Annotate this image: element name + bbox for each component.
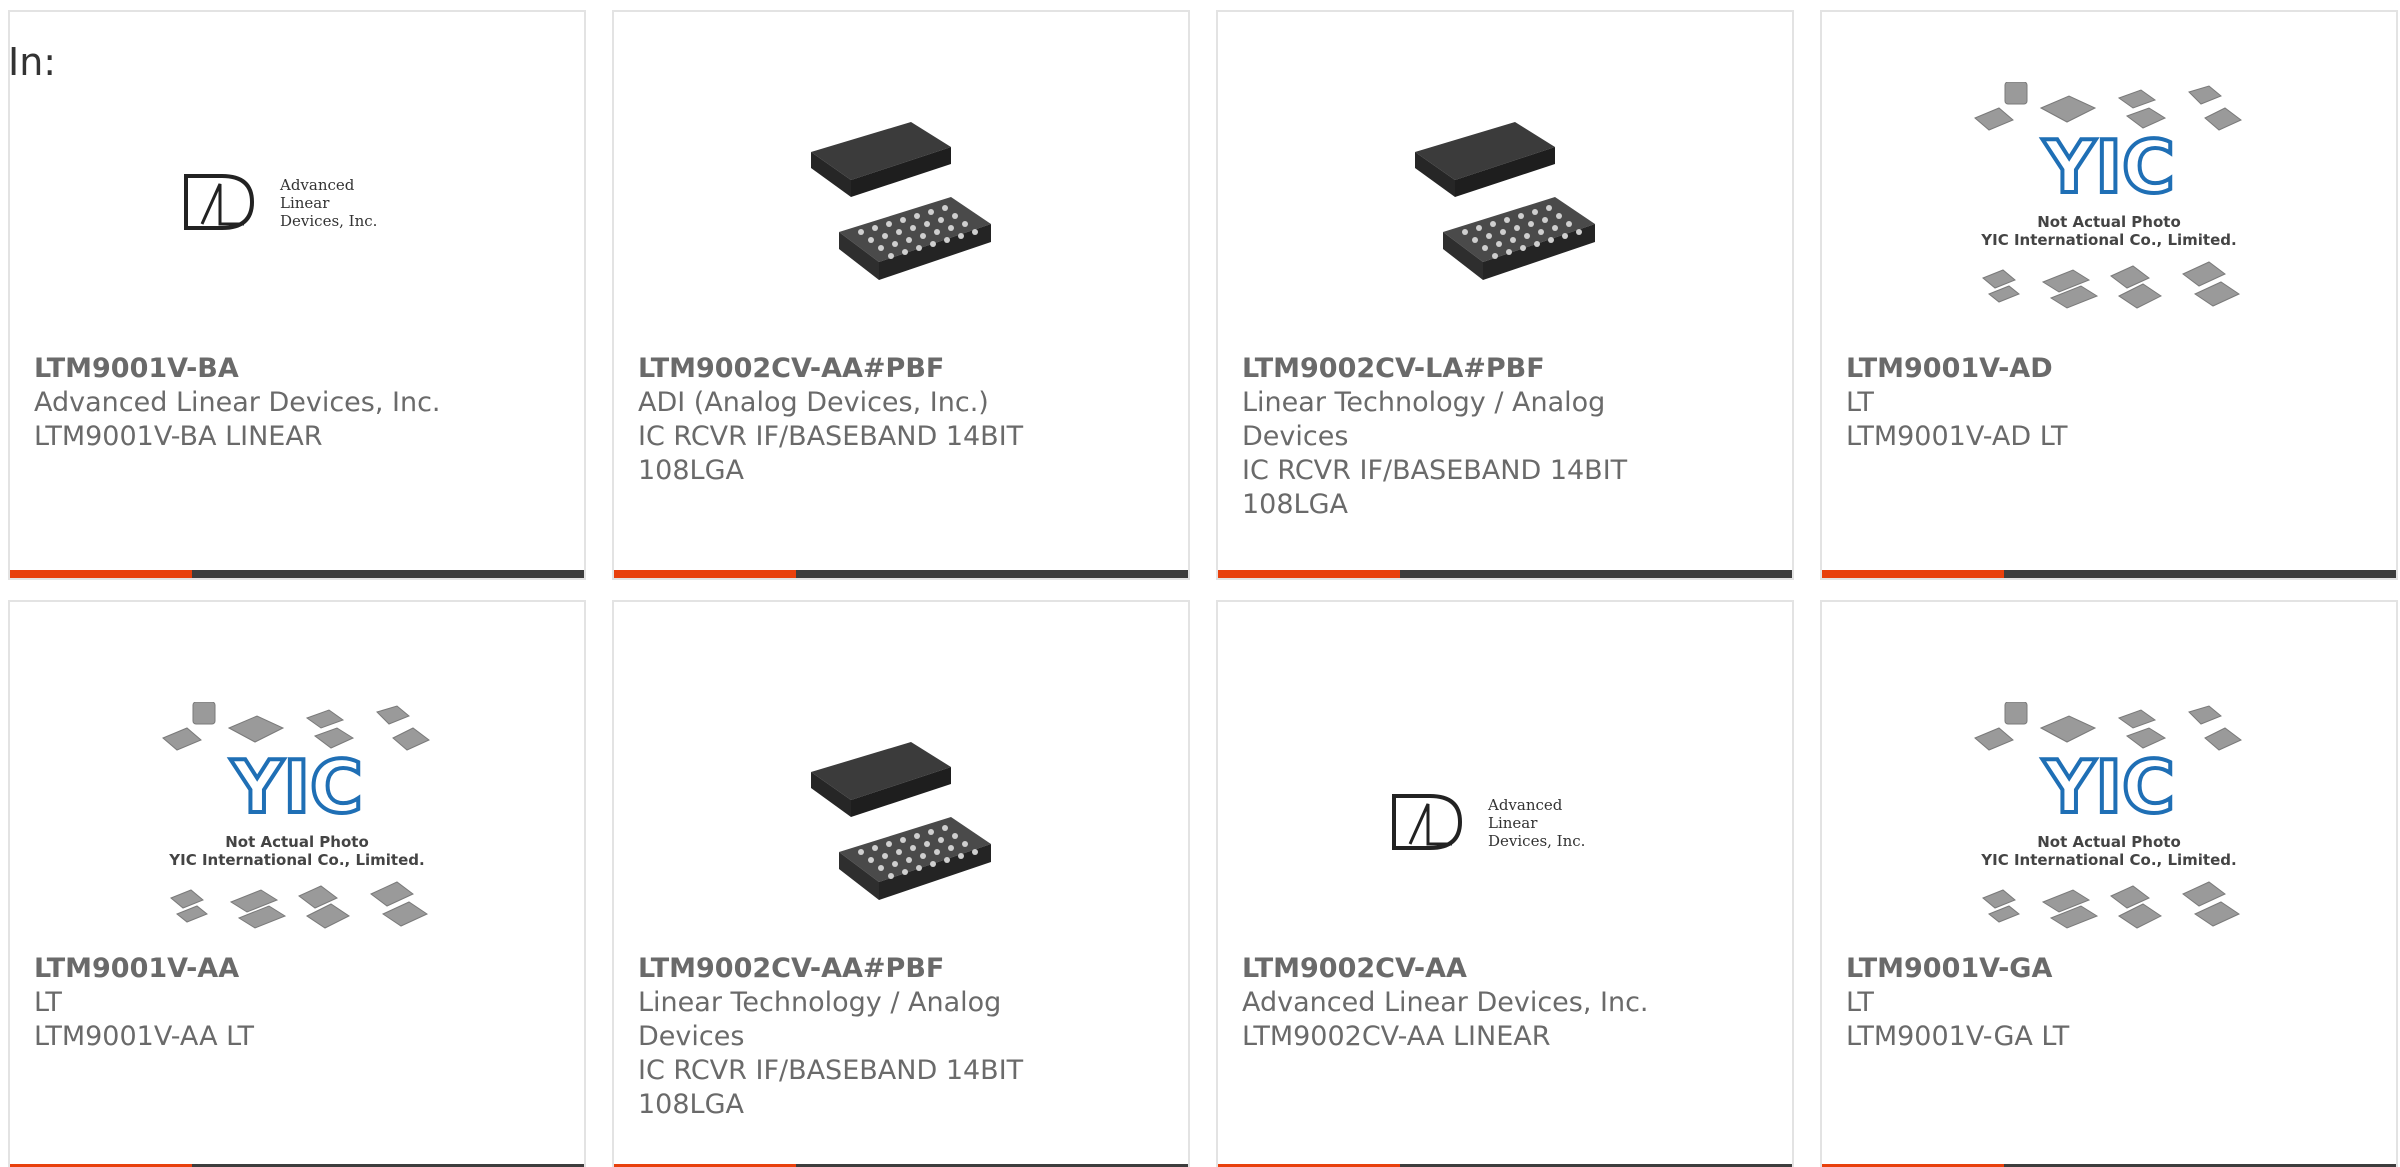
svg-text:YIC International Co., Limited: YIC International Co., Limited. bbox=[168, 851, 424, 869]
product-info: LTM9002CV-AA Advanced Linear Devices, In… bbox=[1242, 952, 1768, 1054]
part-number-link[interactable]: LTM9002CV-LA#PBF bbox=[1242, 352, 1768, 386]
manufacturer: ADI (Analog Devices, Inc.) bbox=[638, 387, 989, 418]
description: IC RCVR IF/BASEBAND 14BIT 108LGA bbox=[638, 1055, 1024, 1120]
svg-text:YIC: YIC bbox=[2042, 745, 2175, 829]
product-card[interactable]: Advanced Linear Devices, Inc. LTM9001V-B… bbox=[8, 10, 586, 580]
product-info: LTM9002CV-AA#PBF Linear Technology / Ana… bbox=[638, 952, 1164, 1122]
lga-chip-icon bbox=[811, 742, 991, 900]
product-grid-page: In: Advanced Linear Devices, Inc. LTM900… bbox=[0, 0, 2400, 1167]
part-number-link[interactable]: LTM9001V-AD bbox=[1846, 352, 2372, 386]
svg-text:Advanced: Advanced bbox=[1487, 796, 1563, 814]
part-number-link[interactable]: LTM9001V-BA bbox=[34, 352, 560, 386]
svg-text:Advanced: Advanced bbox=[279, 176, 355, 194]
product-image: Advanced Linear Devices, Inc. bbox=[10, 52, 584, 352]
svg-text:YIC International Co., Limited: YIC International Co., Limited. bbox=[1980, 231, 2236, 249]
manufacturer: LT bbox=[1846, 387, 1874, 418]
part-number-link[interactable]: LTM9002CV-AA#PBF bbox=[638, 952, 1164, 986]
product-image bbox=[1218, 52, 1792, 352]
description: LTM9002CV-AA LINEAR bbox=[1242, 1021, 1551, 1052]
part-number-link[interactable]: LTM9001V-AA bbox=[34, 952, 560, 986]
manufacturer: LT bbox=[34, 987, 62, 1018]
svg-text:Devices, Inc.: Devices, Inc. bbox=[280, 212, 377, 230]
card-bar-accent bbox=[1822, 570, 2004, 578]
product-card[interactable]: YIC Not Actual Photo YIC International C… bbox=[8, 600, 586, 1167]
svg-text:Linear: Linear bbox=[280, 194, 330, 212]
svg-text:Not Actual Photo: Not Actual Photo bbox=[2037, 213, 2181, 231]
manufacturer: Advanced Linear Devices, Inc. bbox=[34, 387, 441, 418]
manufacturer: LT bbox=[1846, 987, 1874, 1018]
svg-text:Not Actual Photo: Not Actual Photo bbox=[2037, 833, 2181, 851]
card-bar bbox=[1218, 570, 1792, 578]
manufacturer: Linear Technology / Analog Devices bbox=[1242, 387, 1606, 452]
product-image: Advanced Linear Devices, Inc. bbox=[1218, 672, 1792, 972]
product-card[interactable]: Advanced Linear Devices, Inc. LTM9002CV-… bbox=[1216, 600, 1794, 1167]
lga-chip-icon bbox=[1415, 122, 1595, 280]
part-number-link[interactable]: LTM9002CV-AA bbox=[1242, 952, 1768, 986]
svg-text:Devices, Inc.: Devices, Inc. bbox=[1488, 832, 1585, 850]
product-info: LTM9001V-BA Advanced Linear Devices, Inc… bbox=[34, 352, 560, 454]
product-image: YIC Not Actual Photo YIC International C… bbox=[1822, 672, 2396, 972]
svg-text:Not Actual Photo: Not Actual Photo bbox=[225, 833, 369, 851]
description: LTM9001V-AA LT bbox=[34, 1021, 254, 1052]
product-image: YIC Not Actual Photo YIC International C… bbox=[10, 672, 584, 972]
description: IC RCVR IF/BASEBAND 14BIT 108LGA bbox=[1242, 455, 1628, 520]
product-info: LTM9002CV-LA#PBF Linear Technology / Ana… bbox=[1242, 352, 1768, 522]
svg-text:YIC International Co., Limited: YIC International Co., Limited. bbox=[1980, 851, 2236, 869]
description: IC RCVR IF/BASEBAND 14BIT 108LGA bbox=[638, 421, 1024, 486]
product-image: YIC Not Actual Photo YIC International C… bbox=[1822, 52, 2396, 352]
yic-placeholder-icon: YIC Not Actual Photo YIC International C… bbox=[1974, 702, 2242, 929]
manufacturer: Advanced Linear Devices, Inc. bbox=[1242, 987, 1649, 1018]
svg-text:YIC: YIC bbox=[2042, 125, 2175, 209]
description: LTM9001V-GA LT bbox=[1846, 1021, 2070, 1052]
lga-chip-icon bbox=[811, 122, 991, 280]
ald-logo-icon: Advanced Linear Devices, Inc. bbox=[184, 174, 377, 230]
product-grid: Advanced Linear Devices, Inc. LTM9001V-B… bbox=[8, 10, 2398, 1167]
product-image bbox=[614, 52, 1188, 352]
svg-text:YIC: YIC bbox=[230, 745, 363, 829]
manufacturer: Linear Technology / Analog Devices bbox=[638, 987, 1002, 1052]
product-card[interactable]: LTM9002CV-AA#PBF Linear Technology / Ana… bbox=[612, 600, 1190, 1167]
card-bar bbox=[1822, 570, 2396, 578]
product-info: LTM9001V-AD LT LTM9001V-AD LT bbox=[1846, 352, 2372, 454]
product-card[interactable]: YIC Not Actual Photo YIC International C… bbox=[1820, 600, 2398, 1167]
product-card[interactable]: YIC Not Actual Photo YIC International C… bbox=[1820, 10, 2398, 580]
part-number-link[interactable]: LTM9002CV-AA#PBF bbox=[638, 352, 1164, 386]
product-info: LTM9001V-GA LT LTM9001V-GA LT bbox=[1846, 952, 2372, 1054]
card-bar-accent bbox=[10, 570, 192, 578]
in-label: In: bbox=[8, 40, 57, 84]
ald-logo-icon: Advanced Linear Devices, Inc. bbox=[1392, 794, 1585, 850]
card-bar bbox=[10, 570, 584, 578]
yic-placeholder-icon: YIC Not Actual Photo YIC International C… bbox=[1974, 82, 2242, 309]
product-card[interactable]: LTM9002CV-LA#PBF Linear Technology / Ana… bbox=[1216, 10, 1794, 580]
product-card[interactable]: LTM9002CV-AA#PBF ADI (Analog Devices, In… bbox=[612, 10, 1190, 580]
product-info: LTM9002CV-AA#PBF ADI (Analog Devices, In… bbox=[638, 352, 1164, 488]
description: LTM9001V-BA LINEAR bbox=[34, 421, 323, 452]
description: LTM9001V-AD LT bbox=[1846, 421, 2068, 452]
yic-placeholder-icon: YIC Not Actual Photo YIC International C… bbox=[162, 702, 430, 929]
product-info: LTM9001V-AA LT LTM9001V-AA LT bbox=[34, 952, 560, 1054]
card-bar-accent bbox=[1218, 570, 1400, 578]
part-number-link[interactable]: LTM9001V-GA bbox=[1846, 952, 2372, 986]
product-image bbox=[614, 672, 1188, 972]
card-bar bbox=[614, 570, 1188, 578]
card-bar-accent bbox=[614, 570, 796, 578]
svg-text:Linear: Linear bbox=[1488, 814, 1538, 832]
